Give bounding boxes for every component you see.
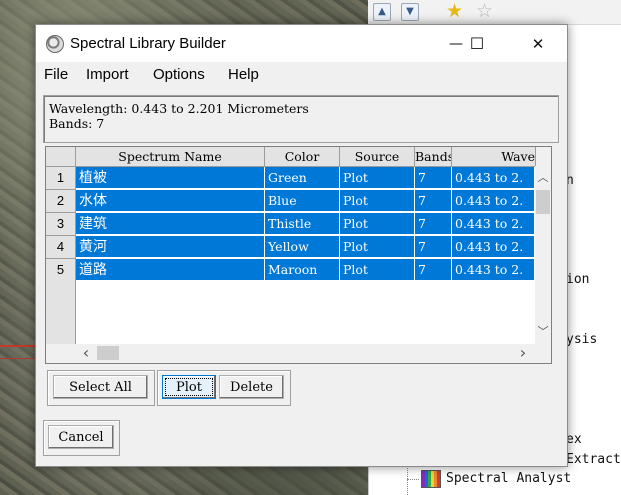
cell-bands[interactable]: 7	[415, 259, 452, 281]
wavelength-range-text: Wavelength: 0.443 to 2.201 Micrometers	[49, 101, 309, 116]
cell-spectrum-name[interactable]: 黄河	[76, 236, 265, 258]
toolbox-toolbar: ▲ ▼ ★ ☆	[368, 0, 621, 25]
cancel-button-group: Cancel	[43, 420, 120, 456]
horizontal-scrollbar[interactable]: ‹ ›	[75, 344, 535, 362]
row-header[interactable]: 1	[46, 167, 76, 190]
row-header[interactable]: 2	[46, 190, 76, 213]
table-corner[interactable]	[46, 147, 76, 167]
toolbox-fragment: ion	[566, 272, 590, 287]
scroll-left-icon[interactable]: ‹	[78, 344, 94, 362]
toolbox-fragment: ex	[566, 432, 582, 447]
cell-source[interactable]: Plot	[340, 259, 415, 281]
row-header[interactable]: 4	[46, 236, 76, 259]
cancel-button[interactable]: Cancel	[48, 425, 114, 449]
menu-options[interactable]: Options	[153, 66, 205, 83]
chevron-up-icon[interactable]: ▲	[373, 3, 391, 21]
row-header[interactable]: 5	[46, 259, 76, 282]
cell-spectrum-name[interactable]: 道路	[76, 259, 265, 281]
column-header-spectrum-name[interactable]: Spectrum Name	[76, 147, 265, 167]
cell-wavelength[interactable]: 0.443 to 2.	[452, 190, 535, 212]
selection-button-group: Select All	[47, 370, 155, 406]
cell-bands[interactable]: 7	[415, 167, 452, 189]
plot-button[interactable]: Plot	[162, 375, 216, 399]
row-header[interactable]: 3	[46, 213, 76, 236]
cell-spectrum-name[interactable]: 建筑	[76, 213, 265, 235]
menu-bar: File Import Options Help	[36, 63, 567, 88]
maximize-button[interactable]: ☐	[454, 31, 500, 57]
cell-source[interactable]: Plot	[340, 236, 415, 258]
app-icon	[46, 35, 64, 53]
cell-spectrum-name[interactable]: 植被	[76, 167, 265, 189]
column-header-bands[interactable]: Bands	[415, 147, 452, 167]
column-header-source[interactable]: Source	[340, 147, 415, 167]
horizontal-scroll-thumb[interactable]	[97, 346, 119, 360]
cell-bands[interactable]: 7	[415, 190, 452, 212]
close-button[interactable]: ✕	[515, 31, 561, 57]
tree-connector	[407, 465, 408, 495]
spectral-library-builder-dialog: Spectral Library Builder — ☐ ✕ File Impo…	[35, 24, 568, 467]
menu-file[interactable]: File	[44, 66, 68, 83]
cell-spectrum-name[interactable]: 水体	[76, 190, 265, 212]
cell-wavelength[interactable]: 0.443 to 2.	[452, 213, 535, 235]
scroll-right-icon[interactable]: ›	[515, 344, 531, 362]
cell-color[interactable]: Green	[265, 167, 340, 189]
cell-bands[interactable]: 7	[415, 236, 452, 258]
vertical-scroll-thumb[interactable]	[536, 190, 550, 214]
column-header-wave[interactable]: Wave	[452, 147, 536, 167]
cell-color[interactable]: Maroon	[265, 259, 340, 281]
library-info-box: Wavelength: 0.443 to 2.201 Micrometers B…	[43, 95, 559, 143]
scroll-up-icon[interactable]: ︿	[535, 170, 551, 186]
delete-button[interactable]: Delete	[219, 375, 284, 399]
scroll-down-icon[interactable]: ﹀	[535, 324, 551, 340]
bands-count-text: Bands: 7	[49, 116, 105, 131]
action-button-group: Plot Delete	[157, 370, 291, 406]
background-vector-line	[0, 358, 40, 359]
star-outline-icon[interactable]: ☆	[476, 1, 493, 21]
cell-wavelength[interactable]: 0.443 to 2.	[452, 167, 535, 189]
cell-source[interactable]: Plot	[340, 167, 415, 189]
tree-connector	[407, 479, 419, 480]
chevron-down-icon[interactable]: ▼	[401, 3, 419, 21]
star-filled-icon[interactable]: ★	[446, 1, 463, 21]
cell-color[interactable]: Yellow	[265, 236, 340, 258]
column-header-color[interactable]: Color	[265, 147, 340, 167]
toolbox-fragment: ysis	[566, 332, 598, 347]
spectrum-table[interactable]: Spectrum Name Color Source Bands Wave 1 …	[45, 146, 552, 364]
select-all-button[interactable]: Select All	[53, 375, 148, 399]
cell-bands[interactable]: 7	[415, 213, 452, 235]
cell-source[interactable]: Plot	[340, 190, 415, 212]
menu-import[interactable]: Import	[86, 66, 129, 83]
cell-source[interactable]: Plot	[340, 213, 415, 235]
cell-color[interactable]: Blue	[265, 190, 340, 212]
cell-color[interactable]: Thistle	[265, 213, 340, 235]
tree-item-spectral-analyst[interactable]: Spectral Analyst	[446, 471, 571, 486]
vertical-scrollbar[interactable]: ︿ ﹀	[535, 166, 551, 344]
row-header-empty	[46, 280, 76, 344]
cell-wavelength[interactable]: 0.443 to 2.	[452, 259, 535, 281]
window-title: Spectral Library Builder	[70, 35, 226, 52]
menu-help[interactable]: Help	[228, 66, 259, 83]
title-bar[interactable]: Spectral Library Builder — ☐ ✕	[36, 25, 567, 62]
spectral-analyst-icon	[421, 470, 441, 488]
cell-wavelength[interactable]: 0.443 to 2.	[452, 236, 535, 258]
toolbox-fragment: Extract	[566, 452, 621, 467]
background-vector-line	[0, 345, 40, 347]
